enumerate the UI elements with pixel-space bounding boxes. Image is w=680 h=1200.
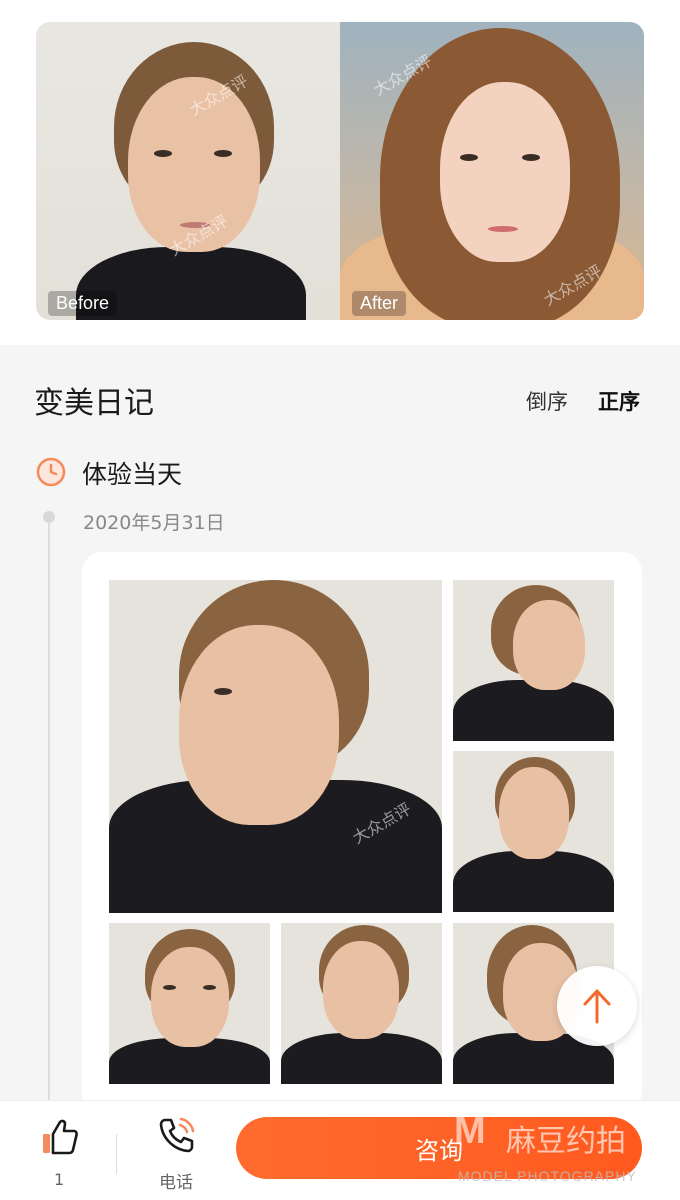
clock-icon xyxy=(36,457,66,487)
gallery-photo-front[interactable] xyxy=(109,923,270,1084)
gallery-photo-three-quarter-left[interactable] xyxy=(281,923,442,1084)
phone-label: 电话 xyxy=(159,1173,193,1193)
after-photo[interactable]: 大众点评 大众点评 After xyxy=(340,22,644,320)
phone-icon[interactable] xyxy=(157,1115,197,1155)
entry-title: 体验当天 xyxy=(82,460,183,489)
after-portrait xyxy=(340,22,644,320)
gallery-photo-right-profile[interactable] xyxy=(453,580,614,741)
arrow-up-icon xyxy=(583,989,611,1024)
bar-divider xyxy=(116,1134,117,1174)
after-label: After xyxy=(352,291,407,316)
scroll-to-top-button[interactable] xyxy=(557,966,637,1046)
timeline-line xyxy=(48,520,50,1120)
before-portrait xyxy=(36,22,340,320)
like-count: 1 xyxy=(54,1170,65,1189)
consult-button-label: 咨询 xyxy=(415,1136,463,1165)
before-photo[interactable]: 大众点评 大众点评 Before xyxy=(36,22,340,320)
before-label: Before xyxy=(48,291,118,316)
before-after-card[interactable]: 大众点评 大众点评 Before 大众点评 大众点评 After xyxy=(36,22,644,320)
photo-gallery: 大众点评 xyxy=(82,552,642,1112)
entry-date: 2020年5月31日 xyxy=(83,512,225,534)
thumbs-up-icon[interactable] xyxy=(40,1117,80,1157)
timeline-dot xyxy=(43,511,55,523)
gallery-photo-chin-up[interactable] xyxy=(453,751,614,912)
before-after-section: 大众点评 大众点评 Before 大众点评 大众点评 After xyxy=(0,0,680,345)
consult-button[interactable]: 咨询 xyxy=(236,1117,642,1179)
diary-title: 变美日记 xyxy=(34,386,154,421)
sort-ascending-button[interactable]: 正序 xyxy=(598,386,640,416)
sort-descending-button[interactable]: 倒序 xyxy=(526,386,568,416)
gallery-photo-side-large[interactable]: 大众点评 xyxy=(109,580,442,913)
